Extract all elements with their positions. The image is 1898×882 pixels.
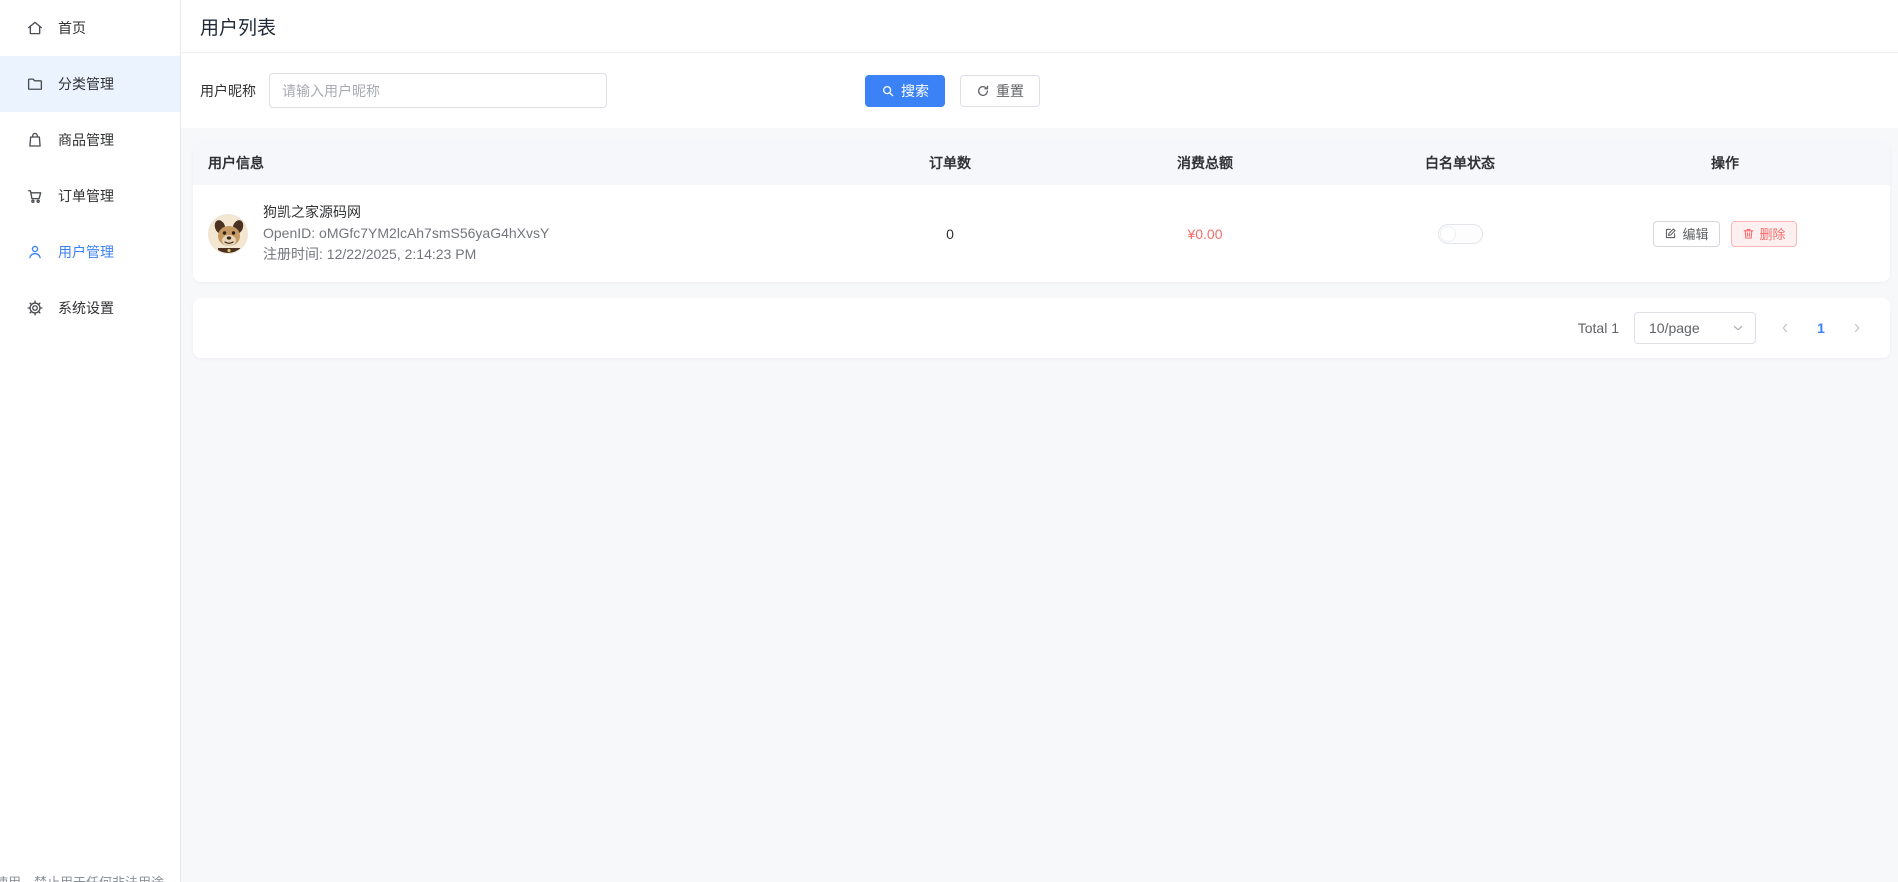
refresh-icon [976,84,990,98]
prev-page-button[interactable] [1771,314,1799,342]
edit-icon [1664,227,1677,240]
sidebar-item-label: 用户管理 [58,242,114,262]
bag-icon [26,131,44,149]
sidebar-item-label: 系统设置 [58,298,114,318]
next-page-button[interactable] [1843,314,1871,342]
order-count-value: 0 [850,226,1050,242]
search-actions: 搜索 重置 [865,75,1040,107]
sidebar: 首页 分类管理 商品管理 订单管理 用户管理 系统设置 [0,0,181,882]
user-text-block: 狗凯之家源码网 OpenID: oMGfc7YM2lcAh7smS56yaG4h… [263,202,549,265]
page-header: 用户列表 [181,0,1898,53]
sidebar-item-home[interactable]: 首页 [0,0,180,56]
row-actions: 编辑 删除 [1560,221,1890,247]
main-content: 用户列表 用户昵称 搜索 重置 用户信息 订单数 [181,0,1898,882]
pager: 1 [1771,314,1871,342]
nickname-input[interactable] [269,73,607,108]
sidebar-item-label: 首页 [58,18,86,38]
chevron-right-icon [1850,321,1864,335]
col-actions: 操作 [1560,153,1890,173]
pagination-card: Total 1 10/page 1 [193,298,1890,358]
user-table-card: 用户信息 订单数 消费总额 白名单状态 操作 [193,141,1890,282]
search-button[interactable]: 搜索 [865,75,945,107]
table-row: 狗凯之家源码网 OpenID: oMGfc7YM2lcAh7smS56yaG4h… [193,185,1890,282]
col-user-info: 用户信息 [193,153,850,173]
total-spent-value: ¥0.00 [1050,226,1360,242]
user-nickname: 狗凯之家源码网 [263,202,549,223]
toggle-knob [1440,226,1456,242]
user-openid: OpenID: oMGfc7YM2lcAh7smS56yaG4hXvsY [263,223,549,244]
page-size-select[interactable]: 10/page [1634,312,1756,344]
reset-button[interactable]: 重置 [960,75,1040,107]
cart-icon [26,187,44,205]
sidebar-item-label: 分类管理 [58,74,114,94]
content-area: 用户信息 订单数 消费总额 白名单状态 操作 [181,128,1898,358]
table-header-row: 用户信息 订单数 消费总额 白名单状态 操作 [193,141,1890,185]
search-icon [881,84,895,98]
chevron-down-icon [1731,321,1745,335]
sidebar-item-users[interactable]: 用户管理 [0,224,180,280]
col-whitelist-status: 白名单状态 [1360,153,1560,173]
whitelist-cell [1360,224,1560,244]
gear-icon [26,299,44,317]
sidebar-item-products[interactable]: 商品管理 [0,112,180,168]
col-total-spent: 消费总额 [1050,153,1360,173]
sidebar-item-categories[interactable]: 分类管理 [0,56,180,112]
search-bar: 用户昵称 搜索 重置 [181,53,1898,128]
avatar [208,214,248,254]
folder-icon [26,75,44,93]
user-info-cell: 狗凯之家源码网 OpenID: oMGfc7YM2lcAh7smS56yaG4h… [193,202,850,265]
page-number-1[interactable]: 1 [1807,314,1835,342]
footer-disclaimer: 使用，禁止用于任何非法用途 [0,872,164,882]
nickname-label: 用户昵称 [200,81,256,101]
sidebar-item-orders[interactable]: 订单管理 [0,168,180,224]
page-title: 用户列表 [200,13,276,40]
trash-icon [1742,227,1755,240]
delete-button[interactable]: 删除 [1731,221,1797,247]
user-icon [26,243,44,261]
sidebar-item-label: 订单管理 [58,186,114,206]
edit-button[interactable]: 编辑 [1653,221,1719,247]
user-register-time: 注册时间: 12/22/2025, 2:14:23 PM [263,244,549,265]
whitelist-toggle[interactable] [1438,224,1483,244]
home-icon [26,19,44,37]
col-order-count: 订单数 [850,153,1050,173]
pagination-total: Total 1 [1578,320,1619,336]
chevron-left-icon [1778,321,1792,335]
sidebar-item-settings[interactable]: 系统设置 [0,280,180,336]
sidebar-item-label: 商品管理 [58,130,114,150]
